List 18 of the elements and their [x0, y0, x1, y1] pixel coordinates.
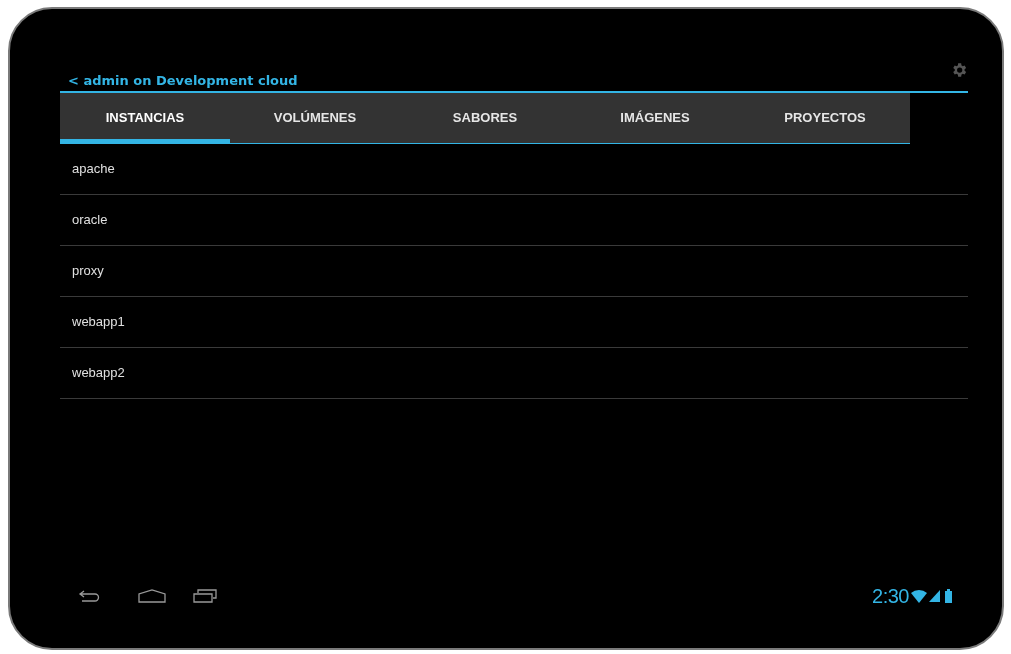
- tab[interactable]: VOLÚMENES: [230, 93, 400, 143]
- clock: 2:30: [872, 584, 909, 609]
- home-icon[interactable]: [138, 589, 166, 603]
- back-icon[interactable]: [78, 590, 100, 602]
- instance-name[interactable]: proxy: [72, 261, 104, 281]
- instance-name[interactable]: oracle: [72, 210, 108, 230]
- signal-icon: [929, 590, 940, 602]
- tab[interactable]: IMÁGENES: [570, 93, 740, 143]
- back-link[interactable]: < admin on Development cloud: [68, 70, 298, 90]
- tab[interactable]: PROYECTOS: [740, 93, 910, 143]
- tab[interactable]: INSTANCIAS: [60, 93, 230, 143]
- instance-name[interactable]: webapp2: [72, 363, 125, 383]
- instance-name[interactable]: webapp1: [72, 312, 125, 332]
- battery-icon: [945, 589, 952, 603]
- wifi-icon: [911, 589, 927, 603]
- recent-apps-icon[interactable]: [193, 589, 217, 603]
- tab[interactable]: SABORES: [400, 93, 570, 143]
- instance-name[interactable]: apache: [72, 159, 115, 179]
